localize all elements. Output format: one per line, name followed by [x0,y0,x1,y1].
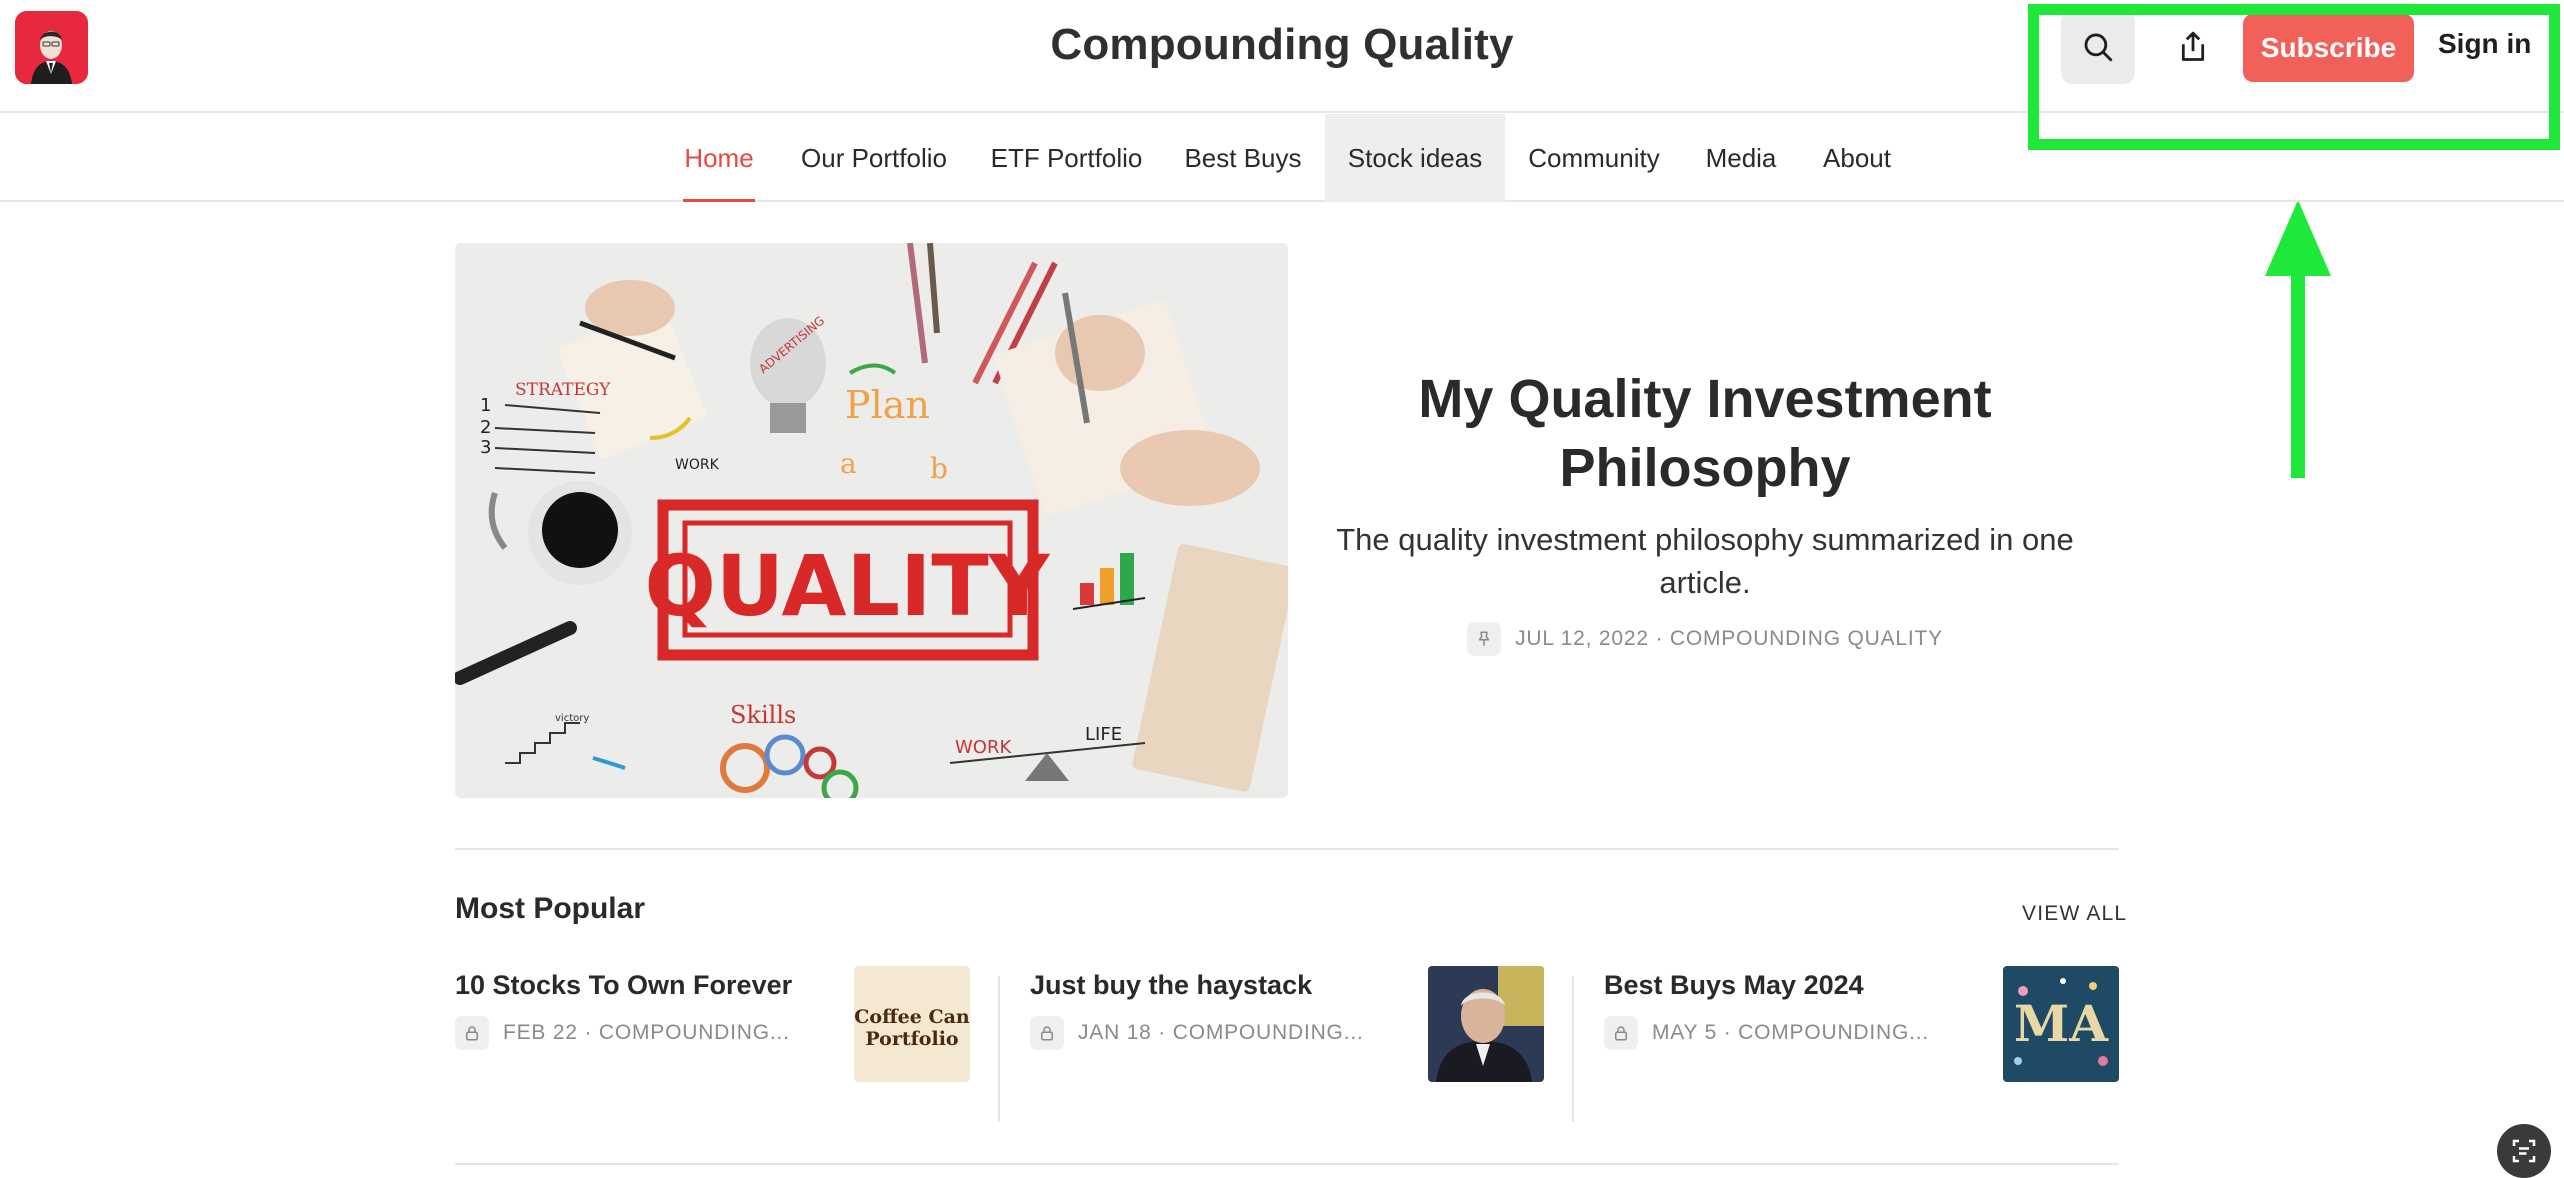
featured-post-date-author: JUL 12, 2022 · COMPOUNDING QUALITY [1515,627,1943,650]
popular-post-card[interactable]: Best Buys May 2024 MAY 5 · COMPOUNDING..… [1604,966,2124,1116]
may-floral-thumbnail: MA [2003,966,2119,1082]
nav-item-about[interactable]: About [1817,114,1897,202]
pin-icon [1478,631,1490,646]
thumb-text-line-1: Coffee Can [854,1006,970,1028]
featured-post-subtitle: The quality investment philosophy summar… [1336,522,2074,600]
victory-text: victory [555,713,589,724]
lock-icon [1041,1026,1053,1041]
popular-post-meta: FEB 22 · COMPOUNDING... [455,1016,790,1050]
nav-item-media[interactable]: Media [1700,114,1782,202]
section-divider [455,848,2119,850]
nav-item-community[interactable]: Community [1521,114,1667,202]
view-all-link[interactable]: VIEW ALL [2022,902,2127,926]
quality-desk-illustration: STRATEGY 1 2 3 ADVERTISING Plan a b WORK… [455,243,1288,798]
popular-post-thumbnail[interactable]: MA [2003,966,2119,1082]
card-separator [998,976,1000,1122]
featured-post-meta: JUL 12, 2022 · COMPOUNDING QUALITY [1330,622,2080,656]
work-text: WORK [675,457,720,473]
plan-text: Plan [845,383,930,427]
lock-icon [466,1026,478,1041]
popular-post-thumbnail[interactable]: Coffee Can Portfolio [854,966,970,1082]
plan-b-text: b [930,452,948,485]
popular-post-meta: JAN 18 · COMPOUNDING... [1030,1016,1364,1050]
work-scale-text: WORK [955,737,1012,758]
quality-stamp-text: QUALITY [645,537,1051,635]
featured-post-image[interactable]: STRATEGY 1 2 3 ADVERTISING Plan a b WORK… [455,243,1288,798]
up-arrow-annotation [2265,200,2331,478]
card-separator [1572,976,1574,1122]
list-number-3: 3 [480,437,491,458]
lock-badge [1604,1016,1638,1050]
popular-post-title[interactable]: Best Buys May 2024 [1604,970,1864,1001]
popular-post-thumbnail[interactable] [1428,966,1544,1082]
featured-post-title[interactable]: My Quality Investment Philosophy [1330,365,2080,503]
lock-badge [455,1016,489,1050]
popular-post-date-author: JAN 18 · COMPOUNDING... [1078,1021,1364,1044]
lock-icon [1615,1026,1627,1041]
thumb-text: MA [2014,994,2109,1053]
life-scale-text: LIFE [1085,724,1122,745]
most-popular-heading: Most Popular [455,892,646,925]
popular-post-meta: MAY 5 · COMPOUNDING... [1604,1016,1929,1050]
skills-text: Skills [730,701,796,729]
main-nav: Home Our Portfolio ETF Portfolio Best Bu… [0,114,2564,202]
pin-badge [1467,622,1502,656]
nav-item-our-portfolio[interactable]: Our Portfolio [789,114,959,202]
lock-badge [1030,1016,1064,1050]
coffee-can-portfolio-thumbnail: Coffee Can Portfolio [854,966,970,1082]
strategy-text: STRATEGY [515,380,611,400]
page-tools-icon [2512,1139,2536,1163]
section-divider [455,1163,2119,1165]
popular-post-date-author: MAY 5 · COMPOUNDING... [1652,1021,1930,1044]
popular-post-title[interactable]: Just buy the haystack [1030,970,1312,1001]
nav-item-best-buys[interactable]: Best Buys [1178,114,1308,202]
popular-post-title[interactable]: 10 Stocks To Own Forever [455,970,792,1001]
thumb-text-line-2: Portfolio [865,1028,958,1050]
plan-a-text: a [840,447,857,480]
page-tools-button[interactable] [2497,1124,2551,1178]
portrait-thumbnail [1428,966,1544,1082]
nav-item-home[interactable]: Home [683,114,755,202]
nav-item-stock-ideas[interactable]: Stock ideas [1325,114,1505,202]
list-number-1: 1 [480,395,491,416]
nav-item-etf-portfolio[interactable]: ETF Portfolio [983,114,1150,202]
popular-post-card[interactable]: Just buy the haystack JAN 18 · COMPOUNDI… [1030,966,1550,1116]
popular-post-card[interactable]: 10 Stocks To Own Forever FEB 22 · COMPOU… [455,966,975,1116]
popular-post-date-author: FEB 22 · COMPOUNDING... [503,1021,790,1044]
list-number-2: 2 [480,417,491,438]
